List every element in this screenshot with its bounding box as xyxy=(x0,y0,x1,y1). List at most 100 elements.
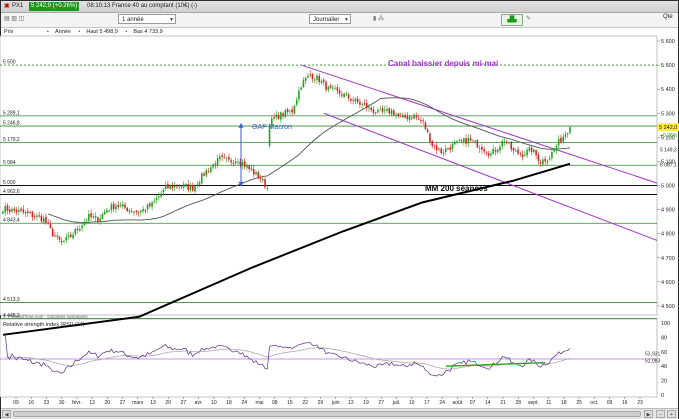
level-tag: 5 149,3 xyxy=(660,148,677,154)
candle-body xyxy=(119,205,122,207)
candle-body xyxy=(501,140,504,147)
candle-body xyxy=(438,148,440,150)
candle-body xyxy=(377,109,379,113)
candle-body xyxy=(162,189,165,193)
x-axis-label: 21 xyxy=(500,400,506,406)
candle-body xyxy=(413,114,415,119)
candle-body xyxy=(63,240,65,242)
price-axis-label: 4 900 xyxy=(661,208,675,214)
x-axis-label: juin xyxy=(331,400,340,406)
x-axis-label: 28 xyxy=(515,400,521,406)
candle-body xyxy=(426,129,429,133)
candle-body xyxy=(142,208,144,212)
candle-body xyxy=(379,109,382,111)
candle-body xyxy=(566,133,569,135)
candle-body xyxy=(406,116,409,119)
price-axis-label: 5 000 xyxy=(661,184,675,190)
candle-body xyxy=(69,234,72,237)
candle-body xyxy=(94,216,97,218)
candle-body xyxy=(298,90,300,100)
candle-body xyxy=(117,204,119,207)
candle-body xyxy=(415,115,418,118)
candle-body xyxy=(130,211,133,212)
candle-body xyxy=(474,140,476,142)
candle-body xyxy=(499,146,501,151)
candle-body xyxy=(178,186,180,188)
candle-body xyxy=(219,156,221,160)
chart-canvas: 5 500 5 289,1 5 246,8 5 179,2 5 084 5 000 4 96… xyxy=(0,35,679,406)
rsi-axis-label: 100 xyxy=(661,321,670,327)
candle-body xyxy=(230,160,232,163)
x-axis-label: 09 xyxy=(607,400,613,406)
price-axis-label: 5 400 xyxy=(661,87,675,93)
candle-body xyxy=(246,165,248,168)
level-label: 4 513,9 xyxy=(3,297,20,303)
candle-body xyxy=(526,149,528,156)
candle-body xyxy=(447,148,449,149)
candle-body xyxy=(334,88,336,90)
candle-body xyxy=(512,148,515,151)
candle-body xyxy=(456,140,458,143)
x-axis-label: 13 xyxy=(89,400,95,406)
candle-body xyxy=(460,140,463,141)
candle-body xyxy=(560,137,562,143)
rsi-value-tag: 53,931 xyxy=(645,351,661,357)
candle-body xyxy=(386,108,388,111)
candle-body xyxy=(266,187,269,189)
candle-body xyxy=(327,86,330,90)
candle-body xyxy=(261,178,264,181)
candle-body xyxy=(81,225,83,229)
candle-body xyxy=(112,203,115,209)
rsi-axis-label: 20 xyxy=(661,379,667,385)
candle-body xyxy=(47,222,49,224)
candle-body xyxy=(99,218,101,221)
candle-body xyxy=(216,158,219,166)
candle-body xyxy=(196,184,199,186)
x-axis-label: févr. xyxy=(72,400,81,406)
candle-body xyxy=(341,94,343,96)
candle-body xyxy=(363,103,366,105)
candle-body xyxy=(318,75,321,83)
candle-body xyxy=(137,212,140,214)
candle-body xyxy=(463,138,465,143)
candle-body xyxy=(191,184,194,191)
candle-body xyxy=(404,115,406,118)
candle-body xyxy=(354,98,357,102)
candle-body xyxy=(67,235,70,237)
level-label: 5 000 xyxy=(3,180,16,186)
candle-body xyxy=(316,75,318,80)
candle-body xyxy=(458,140,461,141)
x-axis-label: avr. xyxy=(195,400,203,406)
candle-body xyxy=(345,93,348,95)
rsi-axis-label: 60 xyxy=(661,350,667,356)
candle-body xyxy=(214,164,217,166)
candle-body xyxy=(15,209,18,213)
x-axis-label: 13 xyxy=(150,400,156,406)
candle-body xyxy=(108,210,110,212)
candle-body xyxy=(153,201,156,202)
candle-body xyxy=(422,120,424,122)
candle-body xyxy=(347,94,350,99)
x-axis-label: oct. xyxy=(590,400,598,406)
candle-body xyxy=(275,114,278,118)
ma200-label: MM 200 séances xyxy=(425,184,488,193)
candle-body xyxy=(277,114,280,119)
candle-body xyxy=(411,117,413,119)
candle-body xyxy=(180,186,183,188)
candle-body xyxy=(368,106,370,109)
candle-body xyxy=(343,93,345,98)
candle-body xyxy=(126,207,129,212)
candle-body xyxy=(24,211,27,214)
candle-body xyxy=(33,216,36,218)
candle-body xyxy=(487,153,490,156)
x-axis-label: 14 xyxy=(485,400,491,406)
candle-body xyxy=(528,147,531,151)
candle-body xyxy=(508,142,510,144)
candle-body xyxy=(442,152,445,154)
candle-body xyxy=(514,150,517,152)
candle-body xyxy=(555,145,558,151)
level-label: 4 843,4 xyxy=(3,218,20,224)
candle-body xyxy=(194,185,196,192)
candle-body xyxy=(280,112,282,120)
candle-body xyxy=(255,172,257,175)
